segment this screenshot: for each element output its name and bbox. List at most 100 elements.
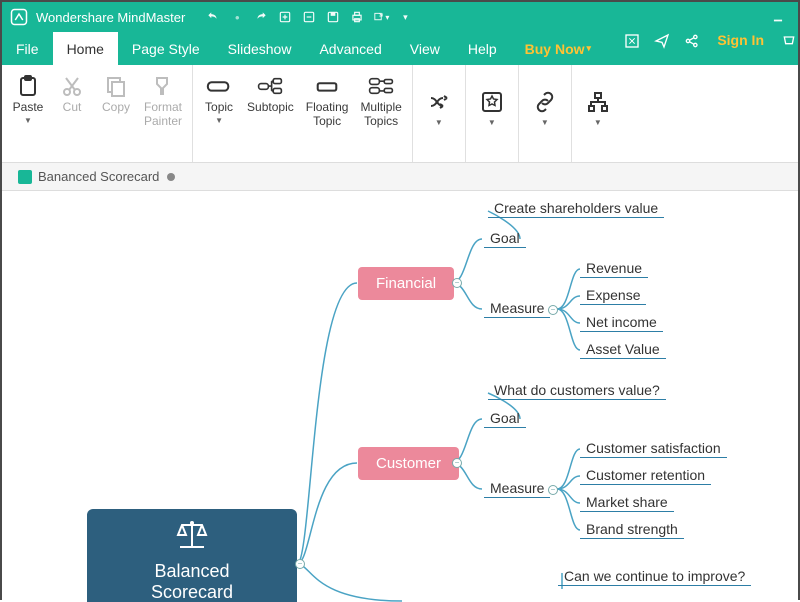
financial-measure-label[interactable]: Measure xyxy=(484,299,550,318)
customer-measure-3[interactable]: Brand strength xyxy=(580,520,684,539)
financial-measure-1[interactable]: Expense xyxy=(580,286,646,305)
document-icon xyxy=(18,170,32,184)
chevron-down-icon: ▼ xyxy=(594,118,602,127)
print-icon[interactable] xyxy=(349,9,365,25)
buy-now-label: Buy Now xyxy=(525,41,585,57)
menu-bar: File Home Page Style Slideshow Advanced … xyxy=(2,32,798,65)
ribbon-group-clipboard: Paste ▼ Cut Copy Format Painter xyxy=(2,65,193,162)
qat-separator: • xyxy=(229,9,245,25)
expander-icon[interactable]: − xyxy=(452,458,462,468)
chevron-down-icon: ▼ xyxy=(215,116,223,125)
document-tab[interactable]: Bananced Scorecard xyxy=(6,167,187,186)
qat-customize-icon[interactable]: ▾ xyxy=(397,9,413,25)
ribbon-group-insert4: ▼ xyxy=(572,65,624,162)
paste-button[interactable]: Paste ▼ xyxy=(6,71,50,127)
cut-button[interactable]: Cut xyxy=(50,71,94,117)
layout-button[interactable]: ▼ xyxy=(576,71,620,129)
export-icon[interactable]: ▾ xyxy=(373,9,389,25)
undo-icon[interactable] xyxy=(205,9,221,25)
floating-topic-button[interactable]: Floating Topic xyxy=(300,71,355,131)
menu-help[interactable]: Help xyxy=(454,32,511,65)
cut-label: Cut xyxy=(63,101,82,115)
format-painter-label: Format Painter xyxy=(144,101,182,129)
menu-page-style[interactable]: Page Style xyxy=(118,32,214,65)
hyperlink-icon xyxy=(532,89,558,115)
multiple-topics-button[interactable]: Multiple Topics xyxy=(354,71,407,131)
format-painter-button[interactable]: Format Painter xyxy=(138,71,188,131)
share-icon[interactable] xyxy=(683,32,701,50)
root-node[interactable]: Balanced Scorecard xyxy=(87,509,297,602)
expander-icon[interactable]: − xyxy=(452,278,462,288)
topic-button[interactable]: Topic ▼ xyxy=(197,71,241,127)
paste-icon xyxy=(15,73,41,99)
cut-icon xyxy=(59,73,85,99)
minimize-icon[interactable] xyxy=(770,9,786,25)
app-logo-icon xyxy=(10,8,28,26)
layout-icon xyxy=(585,89,611,115)
copy-button[interactable]: Copy xyxy=(94,71,138,117)
relationship-icon xyxy=(426,89,452,115)
chevron-down-icon: ▼ xyxy=(541,118,549,127)
financial-goal-label[interactable]: Goal xyxy=(484,229,526,248)
topic-icon xyxy=(206,73,232,99)
third-goal-text[interactable]: Can we continue to improve? xyxy=(558,567,751,586)
copy-icon xyxy=(103,73,129,99)
chevron-down-icon: ▼ xyxy=(24,116,32,125)
menu-slideshow[interactable]: Slideshow xyxy=(214,32,306,65)
menu-buy-now[interactable]: Buy Now▾ xyxy=(511,32,605,65)
scales-icon xyxy=(172,519,212,553)
expander-icon[interactable]: − xyxy=(548,485,558,495)
customer-goal-text[interactable]: What do customers value? xyxy=(488,381,666,400)
send-icon[interactable] xyxy=(653,32,671,50)
title-bar: Wondershare MindMaster • ▾ ▾ xyxy=(2,2,798,32)
cart-icon[interactable] xyxy=(780,32,798,50)
customer-goal-label[interactable]: Goal xyxy=(484,409,526,428)
document-tab-bar: Bananced Scorecard xyxy=(2,163,798,191)
subtopic-label: Subtopic xyxy=(247,101,294,115)
subtopic-button[interactable]: Subtopic xyxy=(241,71,300,117)
hyperlink-button[interactable]: ▼ xyxy=(523,71,567,129)
open-icon[interactable] xyxy=(301,9,317,25)
copy-label: Copy xyxy=(102,101,130,115)
chevron-down-icon: ▼ xyxy=(435,118,443,127)
redo-icon[interactable] xyxy=(253,9,269,25)
new-icon[interactable] xyxy=(277,9,293,25)
app-title: Wondershare MindMaster xyxy=(36,10,185,25)
financial-measure-2[interactable]: Net income xyxy=(580,313,663,332)
menu-advanced[interactable]: Advanced xyxy=(305,32,395,65)
menu-home[interactable]: Home xyxy=(53,32,118,65)
paste-label: Paste xyxy=(13,101,44,115)
expander-icon[interactable]: − xyxy=(295,559,305,569)
mark-button[interactable]: ▼ xyxy=(470,71,514,129)
customer-measure-2[interactable]: Market share xyxy=(580,493,674,512)
financial-measure-0[interactable]: Revenue xyxy=(580,259,648,278)
ribbon-group-insert1: ▼ xyxy=(413,65,466,162)
floating-topic-icon xyxy=(314,73,340,99)
ribbon-group-topics: Topic ▼ Subtopic Floating Topic Multiple… xyxy=(193,65,413,162)
ribbon-group-insert2: ▼ xyxy=(466,65,519,162)
customer-measure-label[interactable]: Measure xyxy=(484,479,550,498)
sign-in-button[interactable]: Sign In xyxy=(707,32,774,65)
customer-measure-0[interactable]: Customer satisfaction xyxy=(580,439,727,458)
mindmap-canvas[interactable]: Balanced Scorecard − Financial − Create … xyxy=(2,191,798,602)
chevron-down-icon: ▼ xyxy=(488,118,496,127)
multiple-topics-icon xyxy=(368,73,394,99)
ribbon-toolbar: Paste ▼ Cut Copy Format Painter Topic ▼ … xyxy=(2,65,798,163)
menu-view[interactable]: View xyxy=(396,32,454,65)
save-icon[interactable] xyxy=(325,9,341,25)
subtopic-icon xyxy=(257,73,283,99)
document-tab-label: Bananced Scorecard xyxy=(38,169,159,184)
customer-measure-1[interactable]: Customer retention xyxy=(580,466,711,485)
fullscreen-icon[interactable] xyxy=(623,32,641,50)
expander-icon[interactable]: − xyxy=(548,305,558,315)
relationship-button[interactable]: ▼ xyxy=(417,71,461,129)
menu-file[interactable]: File xyxy=(2,32,53,65)
financial-node[interactable]: Financial xyxy=(358,267,454,300)
financial-measure-3[interactable]: Asset Value xyxy=(580,340,666,359)
topic-label: Topic xyxy=(205,101,233,115)
customer-node[interactable]: Customer xyxy=(358,447,459,480)
mark-icon xyxy=(479,89,505,115)
root-label: Balanced Scorecard xyxy=(151,561,233,602)
multiple-topics-label: Multiple Topics xyxy=(360,101,401,129)
financial-goal-text[interactable]: Create shareholders value xyxy=(488,199,664,218)
